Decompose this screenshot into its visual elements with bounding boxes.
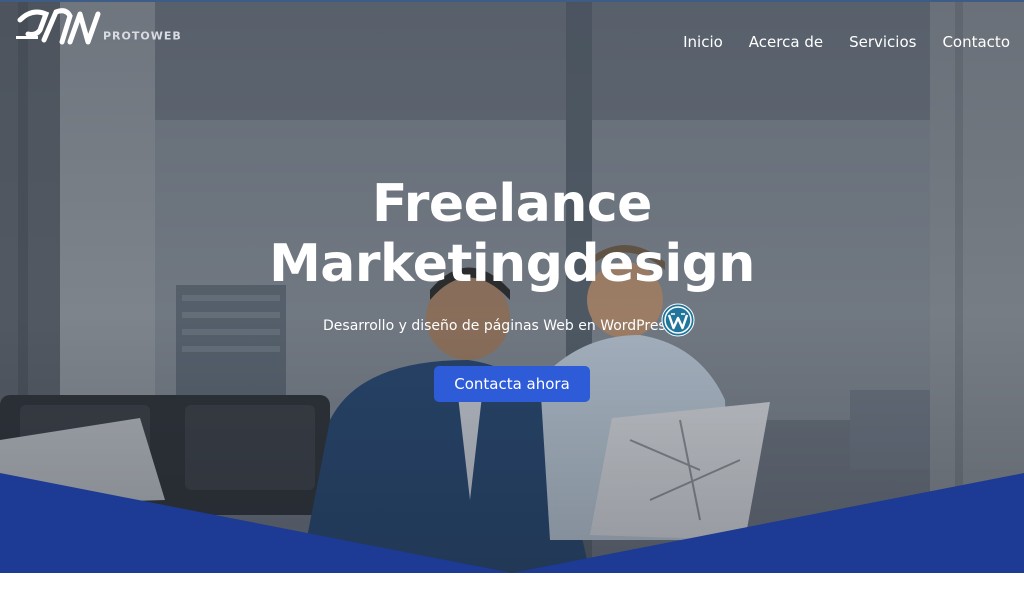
logo-text: PROTOWEB xyxy=(103,29,182,43)
logo-mark-icon xyxy=(16,8,101,45)
hero-title-line-1: Freelance xyxy=(372,174,652,234)
wordpress-icon xyxy=(661,303,695,337)
nav-item-contacto[interactable]: Contacto xyxy=(942,33,1010,51)
site-logo[interactable]: PROTOWEB xyxy=(14,6,186,48)
main-navigation: Inicio Acerca de Servicios Contacto xyxy=(683,33,1010,51)
nav-item-servicios[interactable]: Servicios xyxy=(849,33,916,51)
nav-item-acerca-de[interactable]: Acerca de xyxy=(749,33,823,51)
contact-now-button[interactable]: Contacta ahora xyxy=(434,366,590,402)
hero-bottom-shape xyxy=(0,473,1024,573)
hero-subtitle: Desarrollo y diseño de páginas Web en Wo… xyxy=(323,318,678,334)
top-border xyxy=(0,0,1024,2)
nav-item-inicio[interactable]: Inicio xyxy=(683,33,723,51)
hero-title-line-2: Marketingdesign xyxy=(269,234,755,294)
